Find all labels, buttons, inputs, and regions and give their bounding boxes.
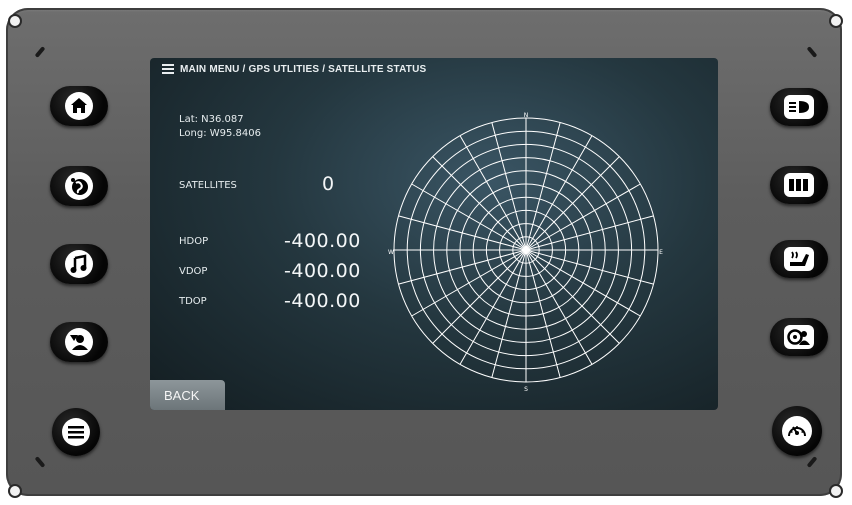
grid-spoke	[491, 122, 527, 251]
battery-button[interactable]	[770, 166, 828, 204]
screw	[8, 14, 22, 28]
display-screen: MAIN MENU / GPS UTLITIES / SATELLITE STA…	[150, 58, 718, 410]
compass-east: E	[659, 249, 663, 256]
grid-spoke	[525, 122, 561, 251]
menu-icon	[62, 418, 90, 446]
seat-heat-icon	[784, 247, 814, 271]
home-button[interactable]	[50, 86, 108, 126]
steering-icon	[784, 325, 814, 349]
navigation-button[interactable]	[50, 166, 108, 206]
screw	[829, 14, 843, 28]
person-icon	[65, 328, 93, 356]
grid-spoke	[459, 135, 527, 251]
menu-button[interactable]	[52, 408, 100, 456]
grid-spoke	[491, 249, 527, 378]
back-button[interactable]: BACK	[150, 380, 225, 410]
battery-icon	[784, 173, 814, 197]
compass-north: N	[524, 112, 529, 119]
music-button[interactable]	[50, 244, 108, 284]
grid-spoke	[525, 249, 641, 317]
gauge-button[interactable]	[772, 406, 822, 456]
profile-button[interactable]	[50, 322, 108, 362]
grid-spoke	[398, 215, 527, 251]
globe-icon	[65, 172, 93, 200]
grid-spoke	[525, 215, 654, 251]
home-icon	[65, 92, 93, 120]
headlight-icon	[784, 95, 814, 119]
gauge-icon	[782, 416, 812, 446]
grid-spoke	[398, 249, 527, 285]
grid-spoke	[411, 183, 527, 251]
satellite-sky-plot: N S E W	[388, 112, 663, 393]
music-icon	[65, 250, 93, 278]
compass-west: W	[388, 249, 394, 256]
grid-spoke	[525, 135, 593, 251]
grid-spoke	[459, 249, 527, 365]
grid-spoke	[525, 249, 561, 378]
grid-spoke	[525, 249, 593, 365]
grid-spoke	[525, 183, 641, 251]
grid-spoke	[411, 249, 527, 317]
grid-spoke	[525, 249, 654, 285]
screw	[8, 484, 22, 498]
seat-heat-button[interactable]	[770, 240, 828, 278]
steering-button[interactable]	[770, 318, 828, 356]
compass-south: S	[524, 386, 528, 393]
screw	[829, 484, 843, 498]
headlight-button[interactable]	[770, 88, 828, 126]
